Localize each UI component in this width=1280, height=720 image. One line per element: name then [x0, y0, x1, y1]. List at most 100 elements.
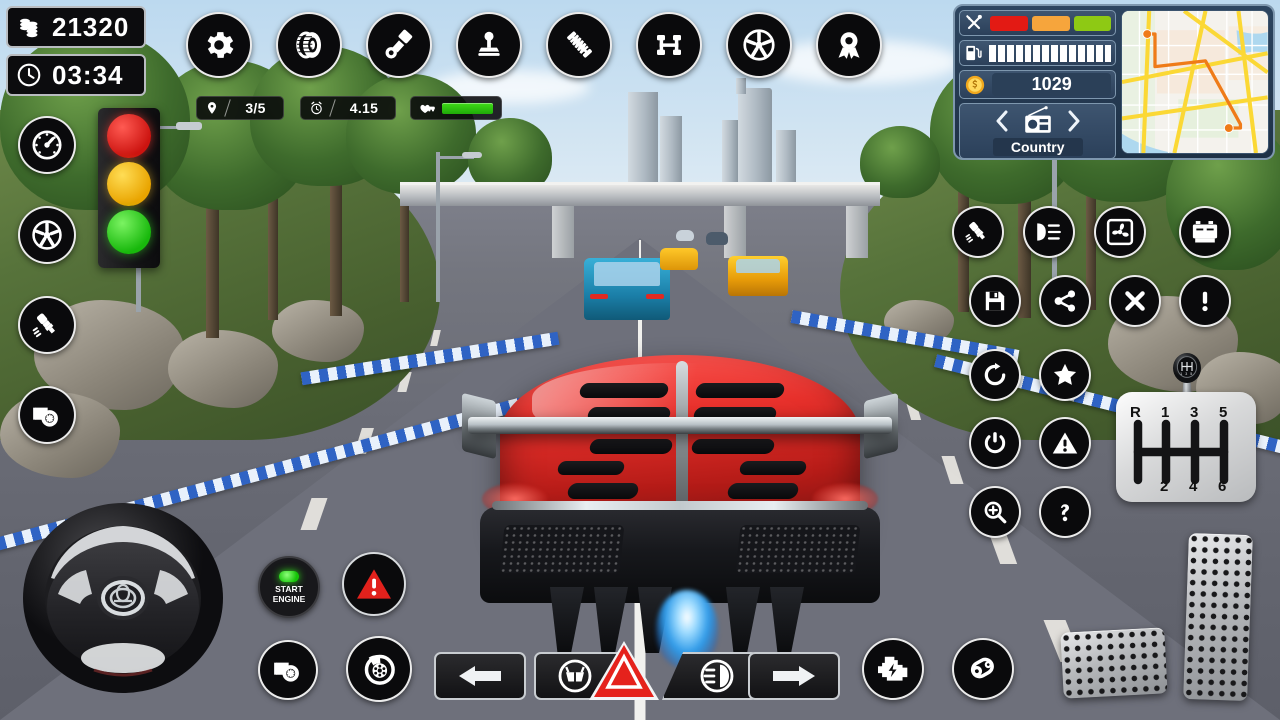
- car-chrome-trim: [492, 501, 868, 510]
- chevron-left-icon[interactable]: [994, 110, 1010, 132]
- damage-bar-orange: [1031, 15, 1070, 31]
- radio-icon: [1024, 106, 1051, 133]
- hazard-button[interactable]: [586, 640, 662, 702]
- share-button[interactable]: [1039, 275, 1091, 327]
- turbo-button[interactable]: [18, 386, 76, 444]
- svg-text:3: 3: [1185, 372, 1187, 376]
- brake-pedal[interactable]: [1060, 627, 1168, 699]
- start-engine-button[interactable]: START ENGINE: [258, 556, 320, 618]
- cash-value: 1029: [992, 73, 1112, 96]
- warning-button[interactable]: [1039, 417, 1091, 469]
- steering-wheel[interactable]: [18, 498, 228, 703]
- spark-plug-button[interactable]: [18, 296, 76, 354]
- fan-button[interactable]: [1094, 206, 1146, 258]
- alarm-clock-icon: [311, 101, 322, 115]
- save-button[interactable]: [969, 275, 1021, 327]
- svg-text:1: 1: [1180, 372, 1182, 376]
- car-health-icon: [420, 104, 435, 113]
- fuel-segment: [1060, 44, 1068, 62]
- restart-button[interactable]: [969, 349, 1021, 401]
- help-button[interactable]: [1039, 486, 1091, 538]
- timing-belt-icon: [970, 657, 994, 679]
- bridge-pier: [846, 206, 868, 258]
- gear-label-1: 1: [1161, 404, 1170, 421]
- close-button[interactable]: [1109, 275, 1161, 327]
- speedometer-icon: [32, 130, 62, 160]
- timer-display: 03:34: [6, 54, 146, 96]
- info-button[interactable]: [1179, 275, 1231, 327]
- alert-button[interactable]: [342, 552, 406, 616]
- gear-label-R: R: [1130, 404, 1141, 421]
- power-icon: [984, 432, 1006, 454]
- minimap[interactable]: [1121, 10, 1269, 154]
- radio-widget[interactable]: Country: [959, 103, 1117, 159]
- car-taillight: [590, 294, 608, 299]
- chassis-button[interactable]: [636, 12, 702, 78]
- health-chip: [410, 96, 502, 120]
- gear-shifter[interactable]: R 1 3 5 2 4 6: [1116, 392, 1256, 502]
- wheel-rim-icon: [32, 220, 62, 250]
- question-mark-icon: [1061, 504, 1070, 522]
- brake-disc-button[interactable]: [346, 636, 412, 702]
- award-button[interactable]: [816, 12, 882, 78]
- traffic-car-far: [676, 230, 694, 241]
- chevron-right-icon[interactable]: [1066, 110, 1082, 132]
- speedometer-button[interactable]: [18, 116, 76, 174]
- fuel-segment: [1015, 44, 1023, 62]
- chip-divider: [329, 99, 336, 117]
- bridge-pier: [552, 206, 574, 258]
- car-rear-wing: [468, 417, 892, 434]
- car-window: [594, 262, 660, 286]
- tire-button[interactable]: [276, 12, 342, 78]
- damage-bar-green: [1073, 15, 1112, 31]
- gear-icon: [207, 32, 234, 58]
- street-light-head: [462, 152, 482, 158]
- traffic-light: [98, 108, 160, 268]
- engine-check-button[interactable]: [862, 638, 924, 700]
- power-button[interactable]: [969, 417, 1021, 469]
- fuel-bars: [989, 44, 1112, 62]
- car-vent: [690, 439, 776, 454]
- wheel-rim-icon: [743, 29, 775, 61]
- fuel-segment: [1033, 44, 1041, 62]
- turn-left-button[interactable]: [434, 652, 526, 700]
- rim-button-left[interactable]: [18, 206, 76, 264]
- close-x-icon: [1125, 291, 1145, 311]
- piston-icon: [385, 29, 413, 59]
- fuel-segment: [1095, 44, 1103, 62]
- engine-lightning-icon: [878, 656, 908, 681]
- svg-text:5: 5: [1190, 372, 1192, 376]
- refresh-icon: [984, 362, 1006, 386]
- gearstick-button[interactable]: [456, 12, 522, 78]
- suspension-button[interactable]: [546, 12, 612, 78]
- suspension-icon: [567, 31, 592, 58]
- fuel-segment: [1024, 44, 1032, 62]
- car-vent: [588, 439, 674, 454]
- favorite-button[interactable]: [1039, 349, 1091, 401]
- car-window: [736, 259, 780, 273]
- turbo-button-bottom[interactable]: [258, 640, 318, 700]
- turbocharger-icon: [274, 662, 299, 682]
- fuel-segment: [1077, 44, 1085, 62]
- damage-row: [959, 10, 1117, 36]
- spark-plug-button-right[interactable]: [952, 206, 1004, 258]
- battery-button[interactable]: [1179, 206, 1231, 258]
- zoom-button[interactable]: [969, 486, 1021, 538]
- timing-belt-button[interactable]: [952, 638, 1014, 700]
- brake-disc-icon: [364, 654, 395, 685]
- headlight-icon: [700, 659, 734, 693]
- timer-value: 03:34: [52, 59, 124, 90]
- fuel-segment: [997, 44, 1005, 62]
- settings-button[interactable]: [186, 12, 252, 78]
- red-warning-triangle-icon: [357, 569, 391, 599]
- traffic-car-far: [706, 232, 728, 245]
- lap-time-value: 4.15: [349, 100, 379, 116]
- damage-bar-red: [990, 15, 1028, 31]
- headlight-button-right[interactable]: [1023, 206, 1075, 258]
- battery-icon: [1192, 221, 1218, 243]
- piston-button[interactable]: [366, 12, 432, 78]
- rim-button[interactable]: [726, 12, 792, 78]
- spark-plug-icon: [965, 221, 986, 243]
- turn-right-button[interactable]: [748, 652, 840, 700]
- accelerator-pedal[interactable]: [1183, 532, 1253, 702]
